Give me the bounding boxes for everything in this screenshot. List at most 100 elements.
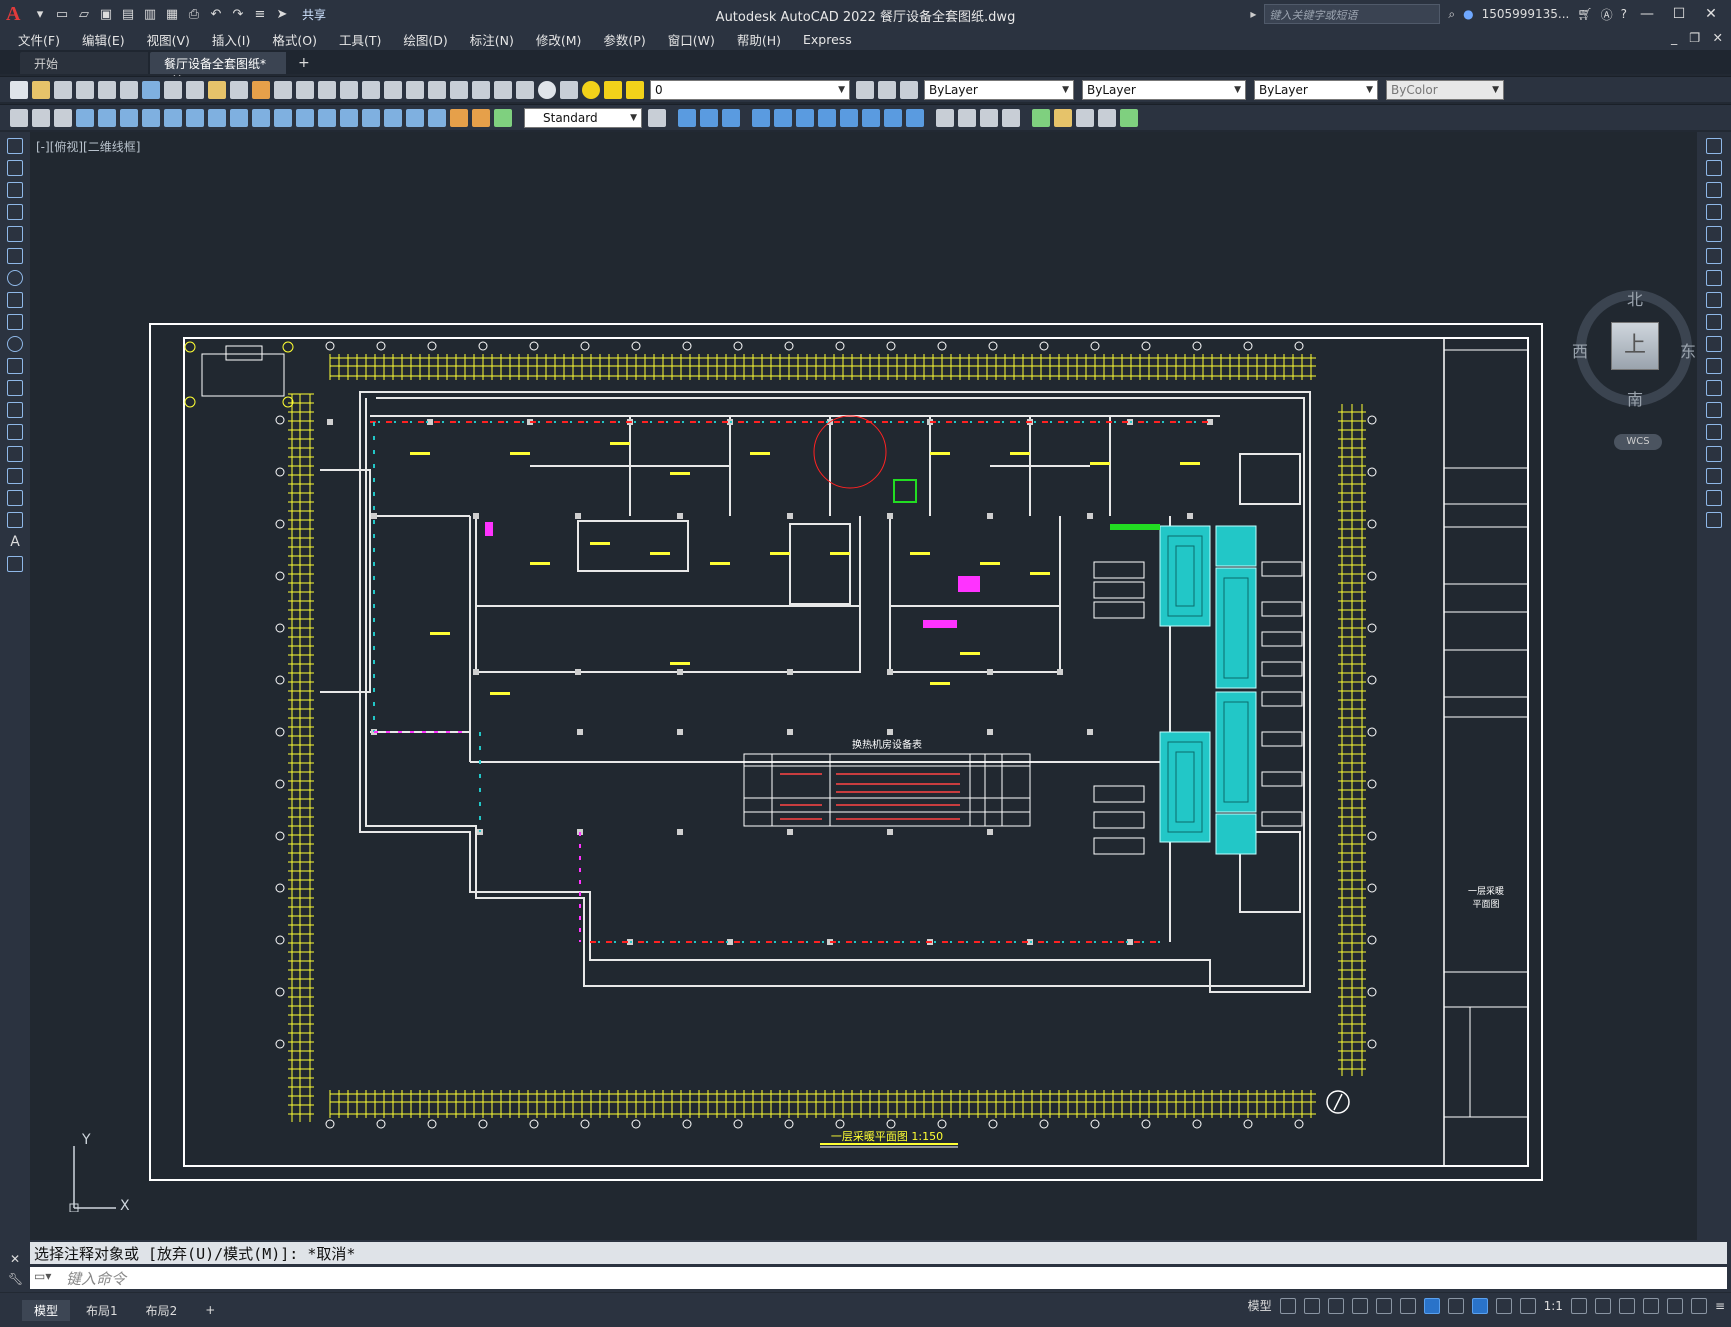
viewcube-top-face[interactable]: 上 — [1611, 322, 1659, 370]
zoom-window-icon[interactable] — [362, 80, 380, 99]
compass-south[interactable]: 南 — [1627, 386, 1643, 410]
plotstyle-dropdown[interactable]: ByColor ▼ — [1386, 79, 1504, 100]
units-icon[interactable] — [1618, 1297, 1635, 1314]
menu-help[interactable]: 帮助(H) — [737, 30, 781, 49]
help-icon[interactable]: ? — [1621, 7, 1627, 21]
lineweight-icon[interactable] — [1447, 1297, 1464, 1314]
insert-icon[interactable] — [7, 380, 23, 396]
undo-icon[interactable]: ↶ — [208, 6, 224, 22]
ungroup-icon[interactable] — [54, 108, 72, 127]
save-web-icon[interactable]: ▦ — [164, 6, 180, 22]
rectangle-icon[interactable] — [7, 226, 23, 242]
compass-north[interactable]: 北 — [1627, 286, 1643, 310]
offset-icon[interactable] — [884, 108, 902, 127]
snap-icon[interactable] — [1303, 1297, 1320, 1314]
dim-text-edit-icon[interactable] — [472, 108, 490, 127]
save-as-icon[interactable]: ▤ — [120, 6, 136, 22]
menu-edit[interactable]: 编辑(E) — [82, 30, 125, 49]
autocad-logo-icon[interactable]: A — [6, 3, 26, 26]
dim-angular-icon[interactable] — [230, 108, 248, 127]
open-icon[interactable] — [32, 80, 50, 99]
image-icon[interactable] — [1120, 108, 1138, 127]
make-current-layer-icon[interactable] — [856, 80, 874, 99]
stretch-right-icon[interactable] — [1706, 314, 1722, 330]
erase-icon[interactable] — [936, 108, 954, 127]
layout-tab-1[interactable]: 布局1 — [74, 1300, 130, 1321]
pan-icon[interactable] — [318, 80, 336, 99]
design-center-icon[interactable] — [428, 80, 446, 99]
move-right-icon[interactable] — [1706, 248, 1722, 264]
share-button[interactable]: 共享 — [302, 6, 326, 23]
calculator-icon[interactable] — [516, 80, 534, 99]
mtext-icon[interactable]: A — [7, 534, 23, 550]
undo-tb-icon[interactable] — [274, 80, 292, 99]
layer-properties-icon[interactable] — [560, 80, 578, 99]
redo-icon[interactable]: ↷ — [230, 6, 246, 22]
help-tb-icon[interactable] — [538, 80, 556, 99]
layer-freeze-icon[interactable] — [604, 80, 622, 99]
add-selected-icon[interactable] — [7, 556, 23, 572]
table-icon[interactable] — [7, 512, 23, 528]
minimize-icon[interactable]: — — [1635, 6, 1659, 22]
open-web-icon[interactable]: ▥ — [142, 6, 158, 22]
layout-tab-model[interactable]: 模型 — [22, 1299, 71, 1321]
dim-edit-icon[interactable] — [450, 108, 468, 127]
clean-screen-icon[interactable] — [1690, 1297, 1707, 1314]
command-settings-icon[interactable]: 🔧︎ — [8, 1272, 23, 1286]
revision-cloud-icon[interactable] — [7, 292, 23, 308]
dim-baseline-icon[interactable] — [274, 108, 292, 127]
break-icon[interactable] — [1706, 402, 1722, 418]
dim-space-icon[interactable] — [318, 108, 336, 127]
paste-icon[interactable] — [208, 80, 226, 99]
user-name[interactable]: 1505999135... — [1482, 7, 1570, 21]
search-input[interactable]: 键入关键字或短语 — [1264, 4, 1441, 24]
3d-dwf-icon[interactable] — [142, 80, 160, 99]
copy-obj-icon[interactable] — [774, 108, 792, 127]
circle-icon[interactable] — [7, 270, 23, 286]
polyline-icon[interactable] — [7, 182, 23, 198]
dim-break-icon[interactable] — [340, 108, 358, 127]
scale-icon[interactable] — [840, 108, 858, 127]
share-icon[interactable]: ➤ — [274, 6, 290, 22]
point-icon[interactable] — [7, 424, 23, 440]
extend-right-icon[interactable] — [1706, 358, 1722, 374]
doc-restore-icon[interactable]: ❐ — [1689, 30, 1700, 45]
ortho-icon[interactable] — [1327, 1297, 1344, 1314]
dim-arc-icon[interactable] — [120, 108, 138, 127]
dim-diameter-icon[interactable] — [208, 108, 226, 127]
customize-quick-access-icon[interactable]: ≡ — [252, 6, 268, 22]
dim-linear-icon[interactable] — [76, 108, 94, 127]
isodraft-icon[interactable] — [1375, 1297, 1392, 1314]
trim-right-icon[interactable] — [1706, 336, 1722, 352]
rotate-right-icon[interactable] — [1706, 270, 1722, 286]
polygon-icon[interactable] — [7, 204, 23, 220]
trim-icon[interactable] — [980, 108, 998, 127]
new-tab-button[interactable]: + — [288, 52, 320, 74]
dimstyle-icon[interactable] — [648, 108, 666, 127]
dim-update-icon[interactable] — [494, 108, 512, 127]
grid-icon[interactable] — [1279, 1297, 1296, 1314]
markup-icon[interactable] — [494, 80, 512, 99]
ellipse-arc-icon[interactable] — [7, 358, 23, 374]
menu-modify[interactable]: 修改(M) — [536, 30, 582, 49]
move-icon[interactable] — [752, 108, 770, 127]
inspect-icon[interactable] — [406, 108, 424, 127]
match-properties-icon[interactable] — [230, 80, 248, 99]
drawing-canvas[interactable]: [-][俯视][二维线框] 一层采暖 平面图 换热机房设备表 一层采暖平面图 1… — [30, 132, 1697, 1240]
auto-scale-icon[interactable] — [1495, 1297, 1512, 1314]
menu-draw[interactable]: 绘图(D) — [403, 30, 447, 49]
lineweight-dropdown[interactable]: ByLayer ▼ — [1254, 79, 1378, 100]
region-icon[interactable] — [7, 490, 23, 506]
stretch-icon[interactable] — [796, 108, 814, 127]
chamfer-icon[interactable] — [1706, 446, 1722, 462]
menu-parametric[interactable]: 参数(P) — [603, 30, 645, 49]
hatch-icon[interactable] — [7, 446, 23, 462]
construction-line-icon[interactable] — [7, 160, 23, 176]
save-tb-icon[interactable] — [54, 80, 72, 99]
open-file-icon[interactable]: ▱ — [76, 6, 92, 22]
dimstyle-dropdown[interactable]: Standard ▼ — [524, 107, 642, 128]
search-arrow-icon[interactable]: ▸ — [1250, 7, 1256, 21]
layer-lock-icon[interactable] — [626, 80, 644, 99]
menu-file[interactable]: 文件(F) — [18, 30, 60, 49]
layer-dropdown[interactable]: 0 ▼ — [650, 79, 850, 100]
